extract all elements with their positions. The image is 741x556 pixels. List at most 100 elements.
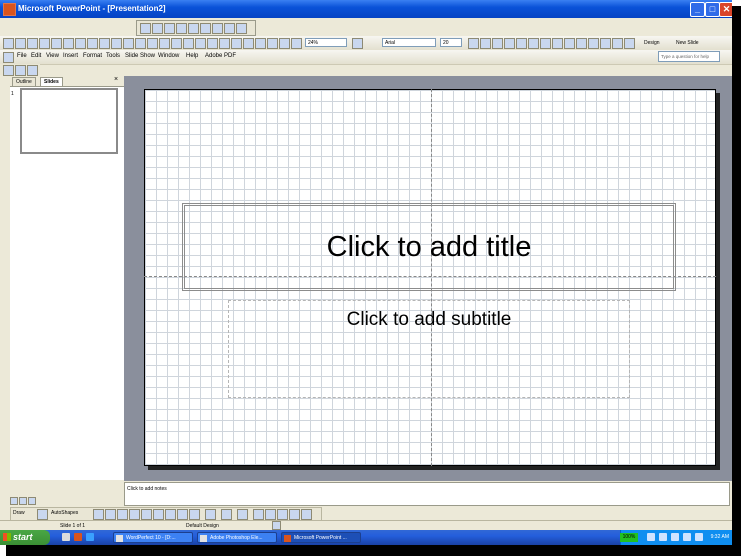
taskbar-item-wordperfect[interactable]: WordPerfect 10 - [D:... <box>113 532 193 543</box>
tab-outline[interactable]: Outline <box>12 77 36 86</box>
cut-icon[interactable] <box>63 38 74 49</box>
select-objects-icon[interactable] <box>37 509 48 520</box>
numbering-icon[interactable] <box>552 38 563 49</box>
increase-indent-icon[interactable] <box>612 38 623 49</box>
picture-icon[interactable] <box>189 509 200 520</box>
insert-chart-icon[interactable] <box>135 38 146 49</box>
tray-icon[interactable] <box>683 533 691 541</box>
3d-style-icon[interactable] <box>301 509 312 520</box>
insert-picture-icon[interactable] <box>171 38 182 49</box>
toolbar-icon[interactable] <box>176 23 187 34</box>
tray-icon[interactable] <box>671 533 679 541</box>
expand-all-icon[interactable] <box>195 38 206 49</box>
menu-view[interactable]: View <box>46 53 59 59</box>
align-left-icon[interactable] <box>516 38 527 49</box>
slide-sorter-icon[interactable] <box>19 497 27 505</box>
menu-insert[interactable]: Insert <box>63 53 78 59</box>
diagram-icon[interactable] <box>183 38 194 49</box>
decrease-indent-icon[interactable] <box>600 38 611 49</box>
undo-icon[interactable] <box>111 38 122 49</box>
slide-thumbnail[interactable] <box>20 88 118 154</box>
font-name-select[interactable]: Arial <box>382 38 436 47</box>
help-icon[interactable] <box>352 38 363 49</box>
toolbar-icon[interactable] <box>212 23 223 34</box>
show-grid-icon[interactable] <box>243 38 254 49</box>
line-style-icon[interactable] <box>253 509 264 520</box>
toolbar-icon[interactable] <box>152 23 163 34</box>
tray-icon[interactable] <box>659 533 667 541</box>
help-search-input[interactable]: Type a question for help <box>658 51 720 62</box>
minimize-button[interactable]: _ <box>690 2 705 17</box>
spelling-icon[interactable] <box>51 38 62 49</box>
insert-table-icon[interactable] <box>147 38 158 49</box>
oval-icon[interactable] <box>129 509 140 520</box>
fill-color-icon[interactable] <box>205 509 216 520</box>
clock[interactable]: 9:32 AM <box>711 534 729 540</box>
clip-art-icon[interactable] <box>177 509 188 520</box>
toolbar-icon[interactable] <box>188 23 199 34</box>
toolbar-icon[interactable] <box>3 65 14 76</box>
bullets-icon[interactable] <box>564 38 575 49</box>
color-icon[interactable] <box>267 38 278 49</box>
menu-format[interactable]: Format <box>83 53 102 59</box>
paste-icon[interactable] <box>87 38 98 49</box>
layout-icon[interactable] <box>291 38 302 49</box>
print-icon[interactable] <box>39 38 50 49</box>
taskbar-item-photoshop[interactable]: Adobe Photoshop Ele... <box>197 532 277 543</box>
draw-menu[interactable]: Draw <box>13 510 25 516</box>
close-button[interactable]: ✕ <box>719 2 732 17</box>
underline-icon[interactable] <box>492 38 503 49</box>
bold-icon[interactable] <box>468 38 479 49</box>
decrease-font-icon[interactable] <box>588 38 599 49</box>
pane-close-icon[interactable]: × <box>114 76 118 83</box>
new-icon[interactable] <box>3 38 14 49</box>
textbox-icon[interactable] <box>141 509 152 520</box>
autoshapes-menu[interactable]: AutoShapes <box>51 510 78 516</box>
notes-pane[interactable]: Click to add notes <box>124 482 730 506</box>
line-icon[interactable] <box>93 509 104 520</box>
quick-launch-icon[interactable] <box>74 533 82 541</box>
menu-edit[interactable]: Edit <box>31 53 41 59</box>
slideshow-view-icon[interactable] <box>28 497 36 505</box>
redo-icon[interactable] <box>123 38 134 49</box>
document-icon[interactable] <box>3 52 14 63</box>
show-formatting-icon[interactable] <box>207 38 218 49</box>
quick-launch-icon[interactable] <box>86 533 94 541</box>
font-color-icon[interactable] <box>624 38 635 49</box>
increase-font-icon[interactable] <box>576 38 587 49</box>
tray-status-badge[interactable]: 100% <box>620 533 638 542</box>
open-icon[interactable] <box>15 38 26 49</box>
wordart-icon[interactable] <box>153 509 164 520</box>
title-placeholder[interactable]: Click to add title <box>182 203 676 291</box>
italic-icon[interactable] <box>480 38 491 49</box>
toolbar-icon[interactable] <box>164 23 175 34</box>
line-color-icon[interactable] <box>221 509 232 520</box>
taskbar-item-powerpoint[interactable]: Microsoft PowerPoint ... <box>281 532 361 543</box>
new-slide-button[interactable]: New Slide <box>676 40 699 46</box>
toolbar-icon[interactable] <box>15 65 26 76</box>
align-center-icon[interactable] <box>528 38 539 49</box>
powerpoint-app-icon[interactable] <box>3 3 16 16</box>
align-right-icon[interactable] <box>540 38 551 49</box>
quick-launch-icon[interactable] <box>62 533 70 541</box>
maximize-button[interactable]: □ <box>705 2 720 17</box>
toolbar-icon[interactable] <box>200 23 211 34</box>
tray-icon[interactable] <box>647 533 655 541</box>
zoom-select[interactable]: 24% <box>305 38 347 47</box>
menu-slide-show[interactable]: Slide Show <box>125 53 155 59</box>
start-button[interactable]: start <box>0 530 50 545</box>
menu-file[interactable]: File <box>17 53 27 59</box>
copy-icon[interactable] <box>75 38 86 49</box>
rectangle-icon[interactable] <box>117 509 128 520</box>
arrow-icon[interactable] <box>105 509 116 520</box>
toolbar-icon[interactable] <box>224 23 235 34</box>
grid-icon[interactable] <box>219 38 230 49</box>
toolbar-icon[interactable] <box>27 65 38 76</box>
menu-window[interactable]: Window <box>158 53 179 59</box>
menu-adobe-pdf[interactable]: Adobe PDF <box>205 53 236 59</box>
grayscale-icon[interactable] <box>279 38 290 49</box>
arrow-style-icon[interactable] <box>277 509 288 520</box>
shadow-style-icon[interactable] <box>289 509 300 520</box>
subtitle-placeholder[interactable]: Click to add subtitle <box>228 300 630 398</box>
normal-view-icon[interactable] <box>10 497 18 505</box>
